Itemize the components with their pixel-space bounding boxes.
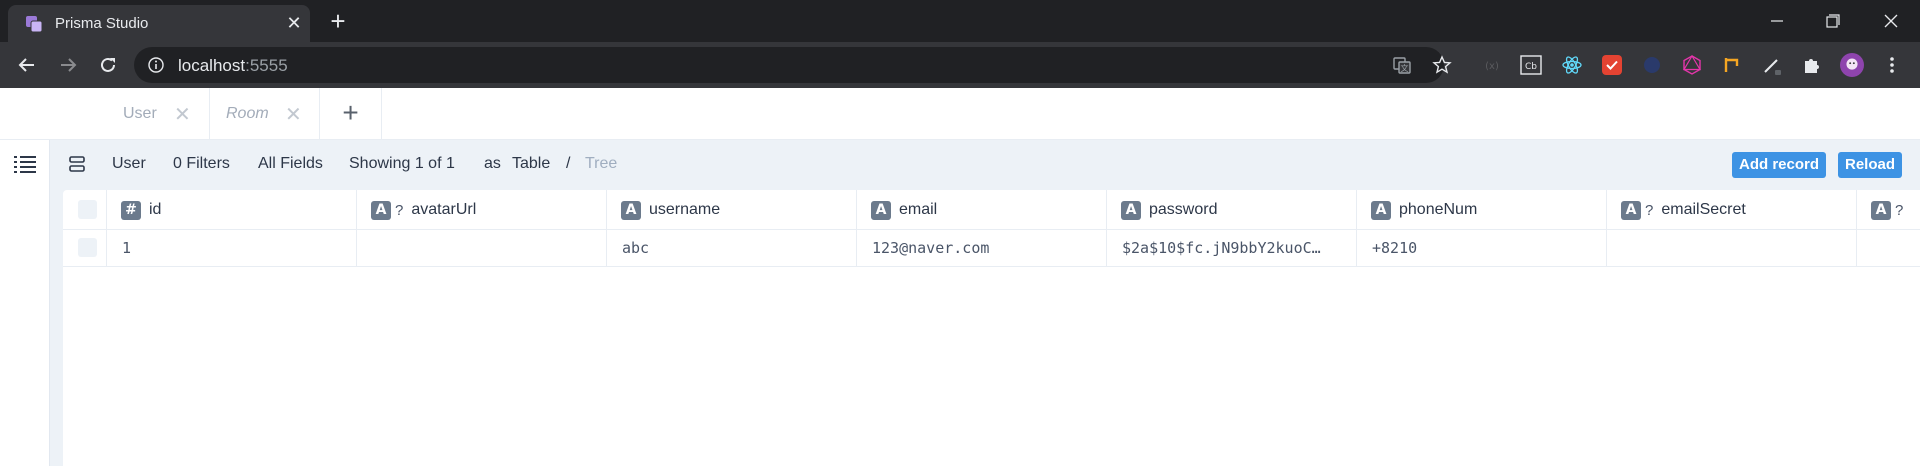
optional-marker: ?: [1645, 201, 1654, 219]
column-header-phonenum[interactable]: A phoneNum: [1371, 190, 1477, 230]
profile-avatar[interactable]: [1840, 53, 1864, 77]
list-view-icon[interactable]: [13, 154, 37, 174]
row-checkbox[interactable]: [78, 238, 97, 257]
tab-close-icon[interactable]: ✕: [174, 102, 191, 127]
tab-close-icon[interactable]: ✕: [285, 102, 302, 127]
reload-button[interactable]: Reload: [1838, 152, 1903, 178]
react-devtools-icon[interactable]: [1560, 53, 1584, 77]
table-cell-username[interactable]: abc: [622, 239, 852, 257]
forward-arrow-icon[interactable]: [53, 50, 83, 80]
extension-x-icon[interactable]: (x): [1480, 53, 1504, 77]
browser-tab[interactable]: Prisma Studio ✕: [8, 5, 310, 42]
table-cell-password[interactable]: $2a$10$fc.jN9bbY2kuoC…: [1122, 239, 1352, 257]
column-divider[interactable]: [856, 190, 857, 267]
reload-icon[interactable]: [93, 50, 123, 80]
optional-marker: ?: [395, 201, 404, 219]
filters-button[interactable]: 0 Filters: [173, 155, 230, 173]
query-controls: User 0 Filters All Fields Showing 1 of 1…: [50, 140, 1920, 190]
column-header-username[interactable]: A username: [621, 190, 720, 230]
svg-text:(x): (x): [1485, 61, 1499, 72]
table-cell-id[interactable]: 1: [122, 239, 352, 257]
add-record-button[interactable]: Add record: [1732, 152, 1827, 178]
table-header: # id A ? avatarUrl A username A email A …: [63, 190, 1920, 230]
browser-toolbar: localhost:5555 文 (x) Cb: [0, 42, 1920, 88]
add-tab-button[interactable]: +: [320, 88, 382, 140]
extension-cb-icon[interactable]: Cb: [1519, 53, 1543, 77]
svg-text:Cb: Cb: [1525, 62, 1537, 72]
column-divider[interactable]: [1856, 190, 1857, 267]
extension-dark-icon[interactable]: [1640, 53, 1664, 77]
optional-marker: ?: [1895, 201, 1904, 219]
select-all-checkbox[interactable]: [78, 200, 97, 219]
url-text: localhost:5555: [178, 56, 288, 75]
column-name: email: [899, 201, 938, 218]
graphql-icon[interactable]: [1680, 53, 1704, 77]
new-tab-button[interactable]: +: [324, 8, 352, 36]
translate-icon[interactable]: 文: [1392, 55, 1412, 75]
string-type-badge: A: [1621, 200, 1641, 220]
tab-close-icon[interactable]: ✕: [282, 11, 306, 35]
window-close-icon[interactable]: [1876, 6, 1906, 36]
string-type-badge: A: [621, 200, 641, 220]
model-selector[interactable]: User: [112, 155, 146, 173]
table-row[interactable]: 1 abc 123@naver.com $2a$10$fc.jN9bbY2kuo…: [63, 230, 1920, 267]
browser-tab-title: Prisma Studio: [55, 15, 149, 32]
fields-selector[interactable]: All Fields: [258, 155, 323, 173]
column-header-id[interactable]: # id: [121, 190, 161, 230]
column-header-avatarurl[interactable]: A ? avatarUrl: [371, 190, 476, 230]
column-name: phoneNum: [1399, 201, 1478, 218]
site-info-icon[interactable]: [148, 57, 164, 73]
view-as-label: as: [484, 155, 501, 172]
column-header-truncated[interactable]: A ?: [1871, 190, 1903, 230]
database-icon[interactable]: [68, 155, 86, 173]
pencil-icon[interactable]: [1760, 53, 1784, 77]
todoist-icon[interactable]: [1600, 53, 1624, 77]
svg-text:文: 文: [1401, 63, 1409, 73]
extensions-puzzle-icon[interactable]: [1800, 53, 1824, 77]
prisma-favicon-icon: [26, 16, 43, 33]
back-arrow-icon[interactable]: [12, 50, 42, 80]
string-type-badge: A: [1121, 200, 1141, 220]
studio-tab-bar: User ✕ Room ✕: [0, 88, 1920, 140]
models-sidebar: [0, 140, 50, 466]
view-table-option[interactable]: Table: [512, 155, 550, 173]
column-name: emailSecret: [1661, 201, 1746, 218]
studio-tab-label: Room: [226, 105, 269, 122]
browser-titlebar: Prisma Studio ✕ +: [0, 0, 1920, 42]
column-divider[interactable]: [1356, 190, 1357, 267]
git-branch-icon[interactable]: [1720, 53, 1744, 77]
int-type-badge: #: [121, 200, 141, 220]
table-cell-email[interactable]: 123@naver.com: [872, 239, 1102, 257]
string-type-badge: A: [371, 200, 391, 220]
column-divider[interactable]: [606, 190, 607, 267]
string-type-badge: A: [1871, 200, 1891, 220]
studio-tab-label: User: [123, 105, 157, 122]
studio-tab-room[interactable]: Room ✕: [210, 88, 320, 140]
bookmark-star-icon[interactable]: [1432, 55, 1452, 75]
column-divider[interactable]: [356, 190, 357, 267]
view-tree-option[interactable]: Tree: [585, 155, 617, 173]
address-bar[interactable]: localhost:5555 文: [134, 47, 1452, 83]
kebab-menu-icon[interactable]: [1880, 53, 1904, 77]
column-divider[interactable]: [1106, 190, 1107, 267]
column-name: username: [649, 201, 721, 218]
string-type-badge: A: [871, 200, 891, 220]
minimize-icon[interactable]: [1762, 6, 1792, 36]
table-cell-phonenum[interactable]: +8210: [1372, 239, 1602, 257]
view-separator: /: [566, 155, 571, 172]
column-name: id: [149, 201, 162, 218]
string-type-badge: A: [1371, 200, 1391, 220]
column-header-email[interactable]: A email: [871, 190, 937, 230]
studio-main: User 0 Filters All Fields Showing 1 of 1…: [0, 140, 1920, 466]
column-divider: [106, 190, 107, 267]
pagination-info[interactable]: Showing 1 of 1: [349, 155, 455, 173]
column-divider[interactable]: [1606, 190, 1607, 267]
studio-tab-user[interactable]: User ✕: [108, 88, 210, 140]
restore-icon[interactable]: [1818, 6, 1848, 36]
column-header-emailsecret[interactable]: A ? emailSecret: [1621, 190, 1746, 230]
records-table: # id A ? avatarUrl A username A email A …: [63, 190, 1920, 466]
column-name: avatarUrl: [411, 201, 477, 218]
column-header-password[interactable]: A password: [1121, 190, 1217, 230]
column-name: password: [1149, 201, 1218, 218]
